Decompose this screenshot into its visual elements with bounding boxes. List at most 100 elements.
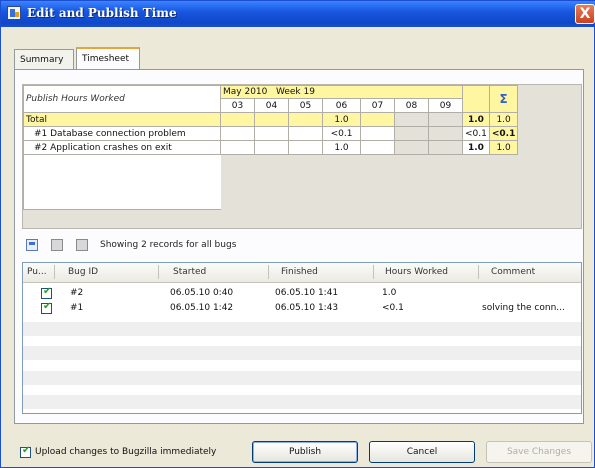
grid-row-bug-2: #2 Application crashes on exit 1.0 1.0 1…	[23, 140, 519, 155]
grid-cell[interactable]	[288, 140, 323, 155]
grid-period-header: May 2010 Week 19	[220, 85, 463, 99]
row-sum: <0.1	[488, 126, 519, 141]
finished-cell: 06.05.10 1:41	[275, 288, 339, 298]
tab-summary[interactable]: Summary	[14, 49, 74, 69]
empty-row	[23, 346, 581, 360]
column-divider[interactable]	[158, 265, 159, 279]
publish-button-label: Publish	[288, 447, 322, 457]
grid-cell[interactable]	[254, 140, 289, 155]
row-sum: 1.0	[488, 112, 519, 127]
hours-cell: 1.0	[382, 288, 397, 298]
grid-header-label: Publish Hours Worked	[23, 85, 221, 113]
tab-timesheet-label: Timesheet	[82, 54, 130, 64]
empty-row	[23, 395, 581, 409]
grid-cell[interactable]	[360, 126, 395, 141]
delete-icon[interactable]	[51, 239, 63, 251]
hours-cell: <0.1	[382, 303, 404, 313]
cancel-button-label: Cancel	[406, 447, 438, 457]
day-header: 05	[288, 98, 323, 113]
grid-row-total: Total 1.0 1.0 1.0	[23, 112, 519, 127]
started-cell: 06.05.10 1:42	[170, 303, 234, 313]
day-header: 03	[220, 98, 255, 113]
grid-cell[interactable]	[360, 140, 395, 155]
grid-cell[interactable]	[394, 140, 429, 155]
export-icon[interactable]	[26, 239, 38, 251]
close-icon: X	[579, 6, 591, 22]
title-bar[interactable]: Edit and Publish Time X	[1, 1, 595, 27]
row-label: #2 Application crashes on exit	[23, 140, 221, 155]
publish-checkbox[interactable]	[41, 286, 52, 299]
total-col-header-1	[462, 85, 490, 113]
save-changes-button-label: Save Changes	[506, 447, 572, 457]
column-divider[interactable]	[54, 265, 55, 279]
tab-timesheet[interactable]: Timesheet	[76, 47, 140, 71]
tab-summary-label: Summary	[20, 55, 64, 65]
day-header: 04	[254, 98, 289, 113]
grid-cell[interactable]: <0.1	[322, 126, 361, 141]
column-divider[interactable]	[373, 265, 374, 279]
started-cell: 06.05.10 0:40	[170, 288, 234, 298]
bug-id-cell: #2	[70, 288, 84, 298]
upload-checkbox-label[interactable]: Upload changes to Bugzilla immediately	[35, 447, 216, 457]
timesheet-grid: Publish Hours Worked May 2010 Week 19 Σ …	[23, 85, 519, 210]
month-label: May 2010	[223, 87, 268, 97]
grid-cell[interactable]	[220, 126, 255, 141]
grid-cell[interactable]	[220, 112, 255, 127]
list-row[interactable]: #1 06.05.10 1:42 06.05.10 1:43 <0.1 solv…	[23, 301, 581, 316]
bug-id-cell: #1	[70, 303, 84, 313]
grid-cell[interactable]	[254, 126, 289, 141]
row-total: 1.0	[462, 112, 490, 127]
row-sum: 1.0	[488, 140, 519, 155]
timesheet-grid-area: Publish Hours Worked May 2010 Week 19 Σ …	[22, 84, 582, 229]
row-total: 1.0	[462, 140, 490, 155]
grid-cell[interactable]	[428, 126, 463, 141]
empty-row	[23, 371, 581, 385]
grid-cell[interactable]	[254, 112, 289, 127]
grid-cell[interactable]	[360, 112, 395, 127]
list-row[interactable]: #2 06.05.10 0:40 06.05.10 1:41 1.0	[23, 286, 581, 301]
day-header: 08	[394, 98, 429, 113]
save-changes-button[interactable]: Save Changes	[486, 441, 592, 463]
finished-cell: 06.05.10 1:43	[275, 303, 339, 313]
day-header: 06	[322, 98, 361, 113]
column-header-published[interactable]: Pu...	[27, 267, 47, 277]
sum-icon: Σ	[488, 85, 519, 113]
row-label: Total	[23, 112, 221, 127]
publish-checkbox[interactable]	[41, 301, 52, 314]
row-label: #1 Database connection problem	[23, 126, 221, 141]
record-count-status: Showing 2 records for all bugs	[100, 240, 237, 250]
column-header-finished[interactable]: Finished	[281, 267, 318, 277]
row-total: <0.1	[462, 126, 490, 141]
dialog-window: Edit and Publish Time X Summary Timeshee…	[0, 0, 595, 468]
column-header-comment[interactable]: Comment	[491, 267, 535, 277]
column-header-bug-id[interactable]: Bug ID	[68, 267, 98, 277]
grid-cell[interactable]	[428, 112, 463, 127]
column-divider[interactable]	[478, 265, 479, 279]
column-header-hours[interactable]: Hours Worked	[385, 267, 448, 277]
close-button[interactable]: X	[575, 4, 595, 24]
grid-cell[interactable]	[288, 126, 323, 141]
grid-cell[interactable]: 1.0	[322, 140, 361, 155]
column-divider[interactable]	[268, 265, 269, 279]
day-header: 09	[428, 98, 463, 113]
list-header: Pu... Bug ID Started Finished Hours Work…	[23, 263, 581, 283]
grid-empty-area	[23, 154, 221, 210]
week-label: Week 19	[275, 87, 315, 97]
grid-cell[interactable]	[394, 126, 429, 141]
column-header-started[interactable]: Started	[173, 267, 206, 277]
grid-cell[interactable]	[428, 140, 463, 155]
grid-cell[interactable]	[288, 112, 323, 127]
grid-cell[interactable]: 1.0	[322, 112, 361, 127]
comment-cell: solving the conn...	[482, 303, 565, 313]
cancel-button[interactable]: Cancel	[369, 441, 475, 463]
day-header: 07	[360, 98, 395, 113]
grid-row-bug-1: #1 Database connection problem <0.1 <0.1…	[23, 126, 519, 141]
publish-button[interactable]: Publish	[252, 441, 358, 463]
app-icon	[7, 6, 21, 20]
time-entries-list[interactable]: Pu... Bug ID Started Finished Hours Work…	[22, 262, 582, 414]
empty-row	[23, 322, 581, 336]
grid-cell[interactable]	[394, 112, 429, 127]
upload-checkbox[interactable]	[20, 445, 31, 458]
filter-icon[interactable]	[76, 239, 88, 251]
grid-cell[interactable]	[220, 140, 255, 155]
